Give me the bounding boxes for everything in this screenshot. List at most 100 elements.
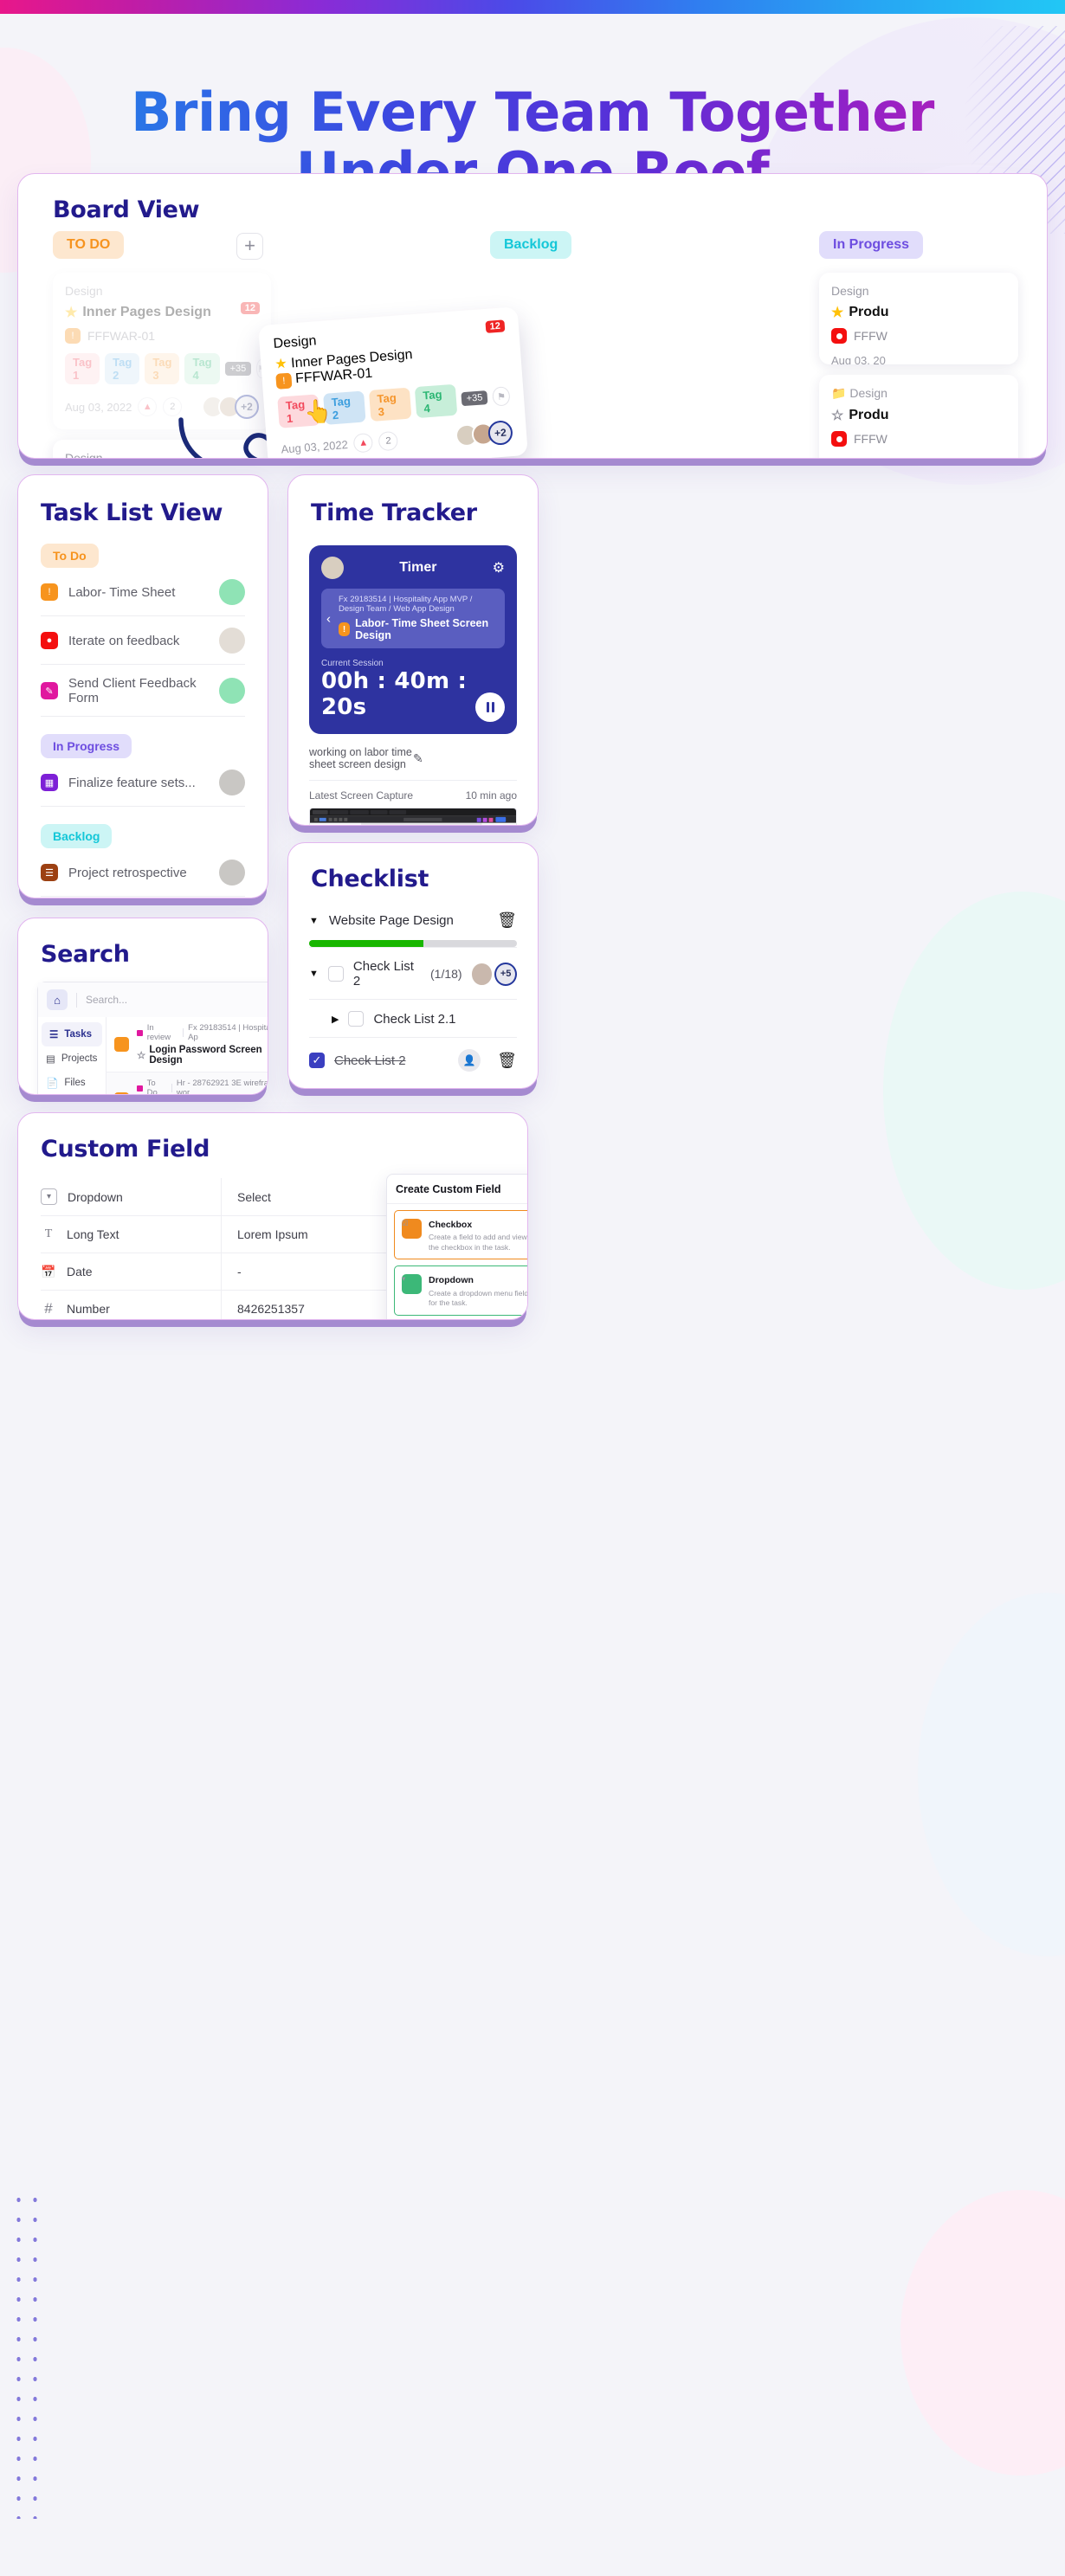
add-assignee-icon[interactable]: 👤: [458, 1049, 481, 1072]
home-icon[interactable]: ⌂: [47, 989, 68, 1010]
tag[interactable]: Tag 3: [145, 353, 180, 384]
edit-icon[interactable]: ✎: [413, 751, 517, 766]
field-key-label: Date: [67, 1265, 93, 1278]
card-meta: Aug 03, 20: [831, 457, 1006, 458]
board-card[interactable]: 📁 Design ☆ Produ FFFW Aug 03, 20: [819, 375, 1018, 458]
caret-down-icon[interactable]: ▼: [309, 916, 319, 926]
sidebar-item-tasks[interactable]: ☰ Tasks: [42, 1022, 102, 1046]
checklist-body: ▼ Website Page Design 🗑 ▼ Check List 2 (…: [288, 911, 538, 1088]
task-list-view-title: Task List View: [41, 499, 223, 526]
card-title-row: ★ Inner Pages Design: [65, 304, 259, 321]
checkbox[interactable]: [348, 1011, 365, 1027]
tag-overflow-count[interactable]: +35: [224, 362, 252, 376]
timer-task-name: Labor- Time Sheet Screen Design: [355, 617, 489, 641]
tag[interactable]: Tag 1: [65, 353, 100, 384]
avatar[interactable]: [219, 678, 245, 704]
list-item[interactable]: ☰ Project retrospective: [41, 848, 245, 897]
avatar-overflow-count[interactable]: +5: [494, 962, 517, 986]
search-result-row[interactable]: In review Fx 29183514 | Hospitality Ap ☆…: [106, 1017, 268, 1072]
add-card-button[interactable]: +: [236, 233, 263, 260]
list-item[interactable]: ▦ Finalize feature sets...: [41, 758, 245, 807]
card-project: Design: [65, 284, 103, 298]
session-label: Current Session: [321, 659, 384, 668]
record-icon: [831, 328, 847, 344]
popup-body: ☑ Checkbox Create a field to add and vie…: [387, 1204, 527, 1319]
custom-field-panel: Custom Field ▾ Dropdown Select T Long Te…: [17, 1112, 528, 1320]
avatar[interactable]: [321, 557, 344, 579]
star-outline-icon[interactable]: ☆: [137, 1049, 145, 1061]
column-header-backlog[interactable]: Backlog: [490, 231, 572, 259]
trash-icon[interactable]: 🗑: [497, 1052, 517, 1070]
sidebar-item-projects[interactable]: ▤ Projects: [38, 1046, 106, 1071]
timer-header: Timer ⚙: [321, 557, 505, 579]
card-meta: Aug 03, 2022 ▲ 2 +2: [281, 420, 513, 458]
checklist-item-label: Check List 2.1: [373, 1011, 456, 1027]
caret-right-icon[interactable]: ▶: [332, 1014, 339, 1025]
board-columns: TO DO + Design ★ Inner Pages Design 12 !…: [18, 231, 1047, 458]
group-header-todo[interactable]: To Do: [41, 544, 99, 568]
avatar[interactable]: [219, 628, 245, 654]
chevron-left-icon[interactable]: ‹: [326, 611, 331, 626]
tag-overflow-count[interactable]: +35: [461, 390, 488, 407]
breadcrumb-task: ! Labor- Time Sheet Screen Design: [339, 617, 497, 641]
search-result-row[interactable]: To Do Hr - 28762921 3E wireframe wor ⇲ ☆…: [106, 1072, 268, 1094]
star-icon[interactable]: ★: [65, 304, 77, 321]
group-header-inprogress[interactable]: In Progress: [41, 734, 132, 758]
tag-icon[interactable]: ⚑: [492, 386, 511, 407]
list-item[interactable]: ! Labor- Time Sheet: [41, 568, 245, 616]
screen-capture-thumbnail[interactable]: [309, 808, 517, 825]
tag[interactable]: Tag 3: [368, 387, 412, 422]
priority-high-icon[interactable]: ▲: [138, 397, 158, 416]
tag[interactable]: Tag 2: [105, 353, 140, 384]
avatar[interactable]: [219, 860, 245, 886]
timer-card: Timer ⚙ ‹ Fx 29183514 | Hospitality App …: [309, 545, 517, 734]
checklist-item[interactable]: ▶ Check List 2.1: [309, 999, 517, 1037]
trash-icon[interactable]: 🗑: [497, 911, 517, 930]
avatar[interactable]: [219, 579, 245, 605]
pause-button[interactable]: [475, 692, 505, 722]
avatar[interactable]: [219, 770, 245, 795]
group-header-backlog[interactable]: Backlog: [41, 824, 113, 848]
priority-high-icon[interactable]: ▲: [352, 432, 374, 454]
timer-note-row: working on labor time sheet screen desig…: [309, 746, 517, 781]
field-type-option-checkbox[interactable]: ☑ Checkbox Create a field to add and vie…: [394, 1210, 527, 1260]
card-project: Design: [849, 386, 888, 400]
dragged-board-card[interactable]: Design 12 ★ Inner Pages Design ! FFFWAR-…: [258, 306, 528, 458]
option-name: Checkbox: [429, 1220, 473, 1230]
column-header-todo[interactable]: TO DO: [53, 231, 125, 259]
sidebar-item-label: Files: [64, 1078, 86, 1088]
field-key: T Long Text: [41, 1216, 221, 1253]
star-icon[interactable]: ★: [831, 304, 843, 321]
top-gradient-bar: [0, 0, 1065, 14]
list-item[interactable]: ● Iterate on feedback: [41, 616, 245, 665]
avatar[interactable]: [471, 963, 493, 985]
checklist-item-count: (1/18): [430, 967, 462, 981]
field-type-option-dropdown[interactable]: ▾ Dropdown Create a dropdown menu field …: [394, 1265, 527, 1316]
checklist-item-label: Check List 2: [334, 1053, 406, 1068]
star-outline-icon[interactable]: ☆: [831, 407, 843, 424]
subtask-icon[interactable]: 2: [378, 430, 399, 452]
card-date: Aug 03, 20: [831, 354, 886, 364]
star-icon[interactable]: ★: [274, 357, 288, 372]
checkbox-checked[interactable]: ✓: [309, 1053, 325, 1068]
tag[interactable]: Tag 4: [414, 383, 458, 419]
sidebar-item-files[interactable]: 📄 Files: [38, 1071, 106, 1094]
gear-icon[interactable]: ⚙: [493, 559, 505, 576]
custom-field-title: Custom Field: [41, 1136, 210, 1162]
add-item-button[interactable]: + Add an item: [309, 1082, 517, 1088]
board-card[interactable]: Design ★ Produ FFFW Aug 03, 20: [819, 273, 1018, 364]
checklist-item[interactable]: ✓ Check List 2 👤 🗑: [309, 1037, 517, 1082]
caret-down-icon[interactable]: ▼: [309, 969, 319, 979]
column-header-inprogress[interactable]: In Progress: [819, 231, 924, 259]
timer-breadcrumb[interactable]: ‹ Fx 29183514 | Hospitality App MVP / De…: [321, 589, 505, 648]
field-key: 📅 Date: [41, 1253, 221, 1290]
search-input[interactable]: Search...: [86, 994, 127, 1006]
tag[interactable]: Tag 4: [184, 353, 220, 384]
list-item[interactable]: ✎ Send Client Feedback Form: [41, 665, 245, 717]
checklist-group-header[interactable]: ▼ Website Page Design 🗑: [309, 911, 517, 930]
bulb-icon: !: [41, 583, 58, 601]
checkbox[interactable]: [327, 966, 344, 982]
checklist-item[interactable]: ▼ Check List 2 (1/18) +5: [309, 947, 517, 999]
avatar-overflow-count[interactable]: +2: [487, 420, 513, 447]
option-text: Dropdown Create a dropdown menu field fo…: [429, 1274, 527, 1308]
